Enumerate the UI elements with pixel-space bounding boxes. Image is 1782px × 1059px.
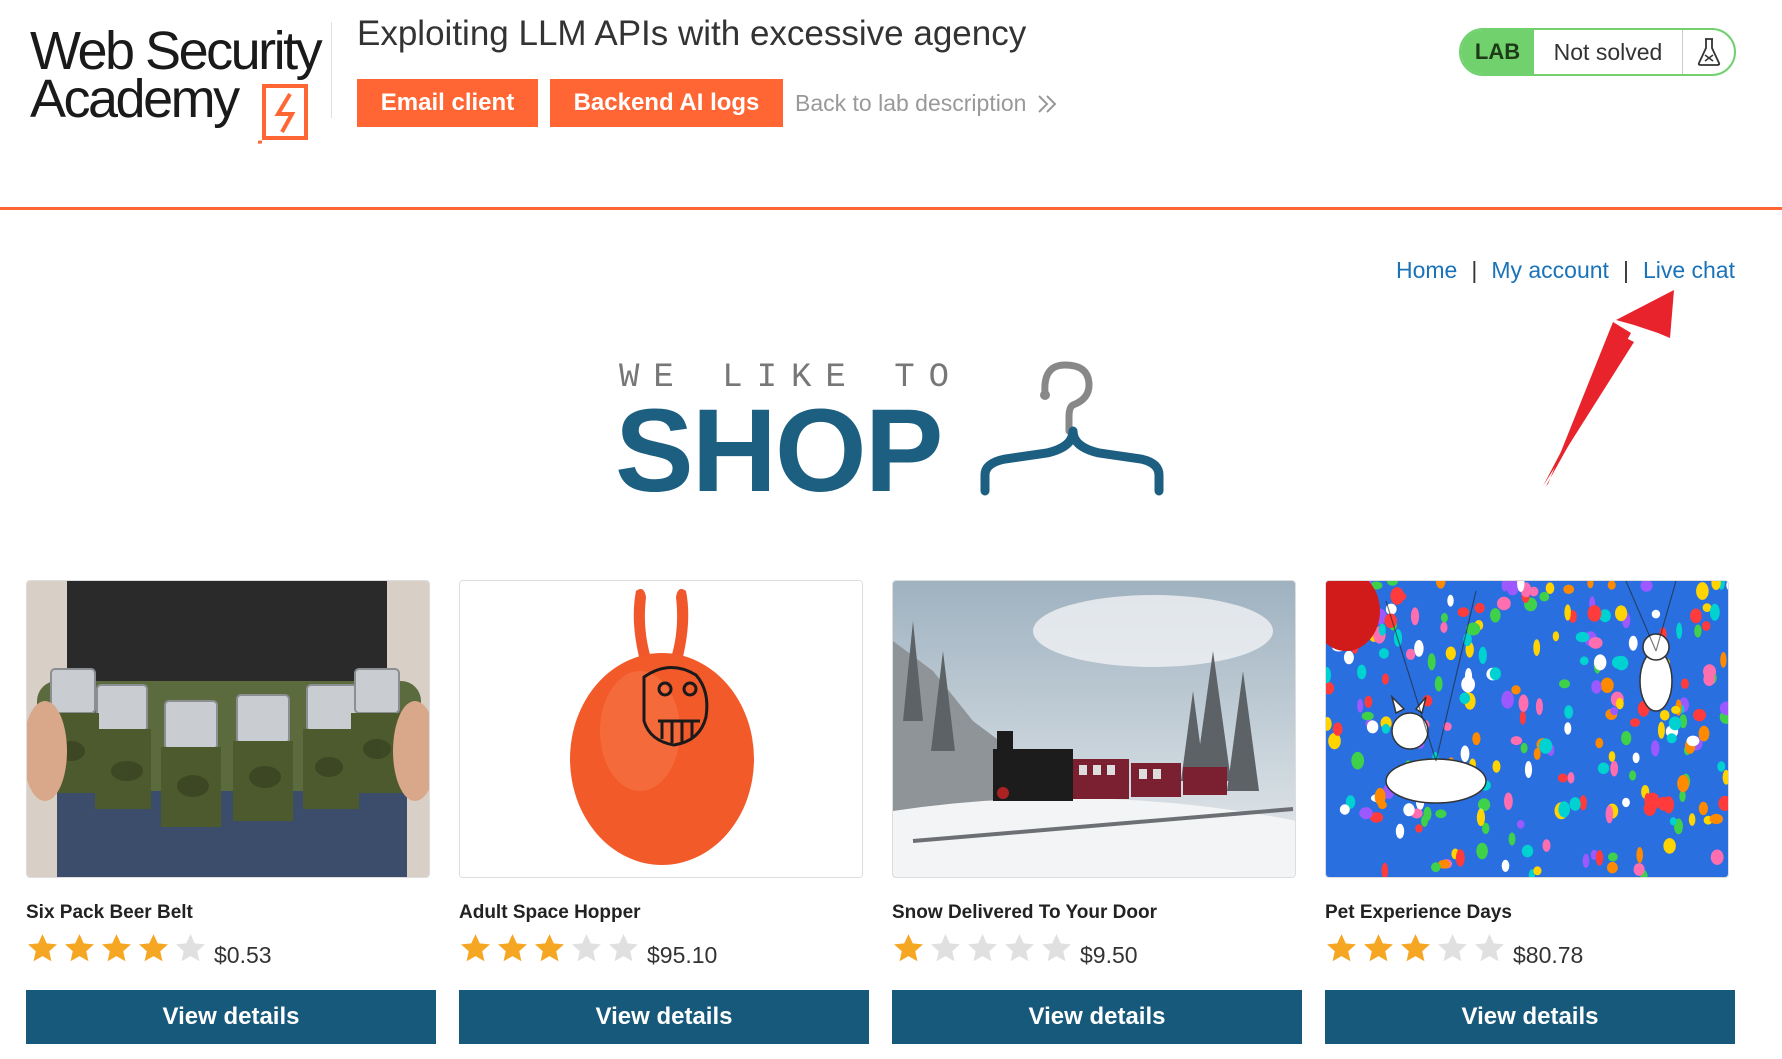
nav-separator: | — [1471, 257, 1478, 283]
rating-stars — [892, 932, 1073, 965]
lab-status-text: Not solved — [1534, 30, 1683, 74]
double-chevron-right-icon — [1038, 94, 1057, 113]
product-image-pet-experience[interactable] — [1325, 580, 1729, 878]
product-name: Adult Space Hopper — [459, 902, 641, 923]
product-name: Pet Experience Days — [1325, 902, 1512, 923]
product-name: Snow Delivered To Your Door — [892, 902, 1157, 923]
star-empty-icon — [609, 934, 638, 962]
star-filled-icon — [139, 934, 168, 962]
star-empty-icon — [968, 934, 997, 962]
back-link-label: Back to lab description — [795, 90, 1027, 116]
star-filled-icon — [498, 934, 527, 962]
nav-live-chat-link[interactable]: Live chat — [1643, 257, 1735, 284]
header-divider — [331, 22, 332, 118]
star-empty-icon — [1438, 934, 1467, 962]
header-orange-rule — [0, 207, 1782, 210]
lab-status-widget: LAB Not solved — [1459, 28, 1736, 76]
hanger-icon — [980, 361, 1164, 496]
web-security-academy-logo[interactable]: Web Security Academy — [30, 24, 330, 144]
view-details-button[interactable]: View details — [459, 990, 869, 1044]
lab-badge: LAB — [1461, 30, 1534, 74]
shop-nav: Home | My account | Live chat — [1396, 257, 1735, 284]
star-empty-icon — [176, 934, 205, 962]
star-filled-icon — [1327, 934, 1356, 962]
star-empty-icon — [931, 934, 960, 962]
star-filled-icon — [894, 934, 923, 962]
shop-banner: WE LIKE TO SHOP — [615, 355, 1175, 517]
logo-lightning-icon — [258, 84, 308, 144]
nav-my-account-link[interactable]: My account — [1491, 257, 1609, 284]
star-filled-icon — [28, 934, 57, 962]
product-image-space-hopper[interactable] — [459, 580, 863, 878]
academy-header: Web Security Academy Exploiting LLM APIs… — [0, 0, 1782, 210]
view-details-button[interactable]: View details — [1325, 990, 1735, 1044]
lab-title: Exploiting LLM APIs with excessive agenc… — [357, 14, 1027, 53]
star-empty-icon — [1005, 934, 1034, 962]
nav-home-link[interactable]: Home — [1396, 257, 1457, 284]
view-details-button[interactable]: View details — [26, 990, 436, 1044]
product-image-beer-belt[interactable] — [26, 580, 430, 878]
product-price: $80.78 — [1513, 942, 1584, 968]
nav-separator: | — [1622, 257, 1629, 283]
rating-stars — [459, 932, 640, 965]
back-to-lab-description-link[interactable]: Back to lab description — [795, 90, 1058, 117]
star-filled-icon — [535, 934, 564, 962]
product-image-snow-train[interactable] — [892, 580, 1296, 878]
star-filled-icon — [1401, 934, 1430, 962]
email-client-button[interactable]: Email client — [357, 79, 538, 127]
banner-title: SHOP — [615, 385, 943, 517]
star-filled-icon — [102, 934, 131, 962]
product-price: $95.10 — [647, 942, 718, 968]
view-details-button[interactable]: View details — [892, 990, 1302, 1044]
star-empty-icon — [1475, 934, 1504, 962]
star-filled-icon — [461, 934, 490, 962]
rating-stars — [26, 932, 207, 965]
star-filled-icon — [1364, 934, 1393, 962]
product-price: $9.50 — [1080, 942, 1138, 968]
logo-text-line2: Academy — [30, 69, 240, 129]
product-price: $0.53 — [214, 942, 272, 968]
product-name: Six Pack Beer Belt — [26, 902, 193, 923]
star-empty-icon — [572, 934, 601, 962]
star-empty-icon — [1042, 934, 1071, 962]
rating-stars — [1325, 932, 1506, 965]
product-grid: Six Pack Beer Belt $0.53 View details Ad… — [26, 580, 1736, 1050]
backend-ai-logs-button[interactable]: Backend AI logs — [550, 79, 783, 127]
flask-icon — [1683, 30, 1734, 74]
star-filled-icon — [65, 934, 94, 962]
